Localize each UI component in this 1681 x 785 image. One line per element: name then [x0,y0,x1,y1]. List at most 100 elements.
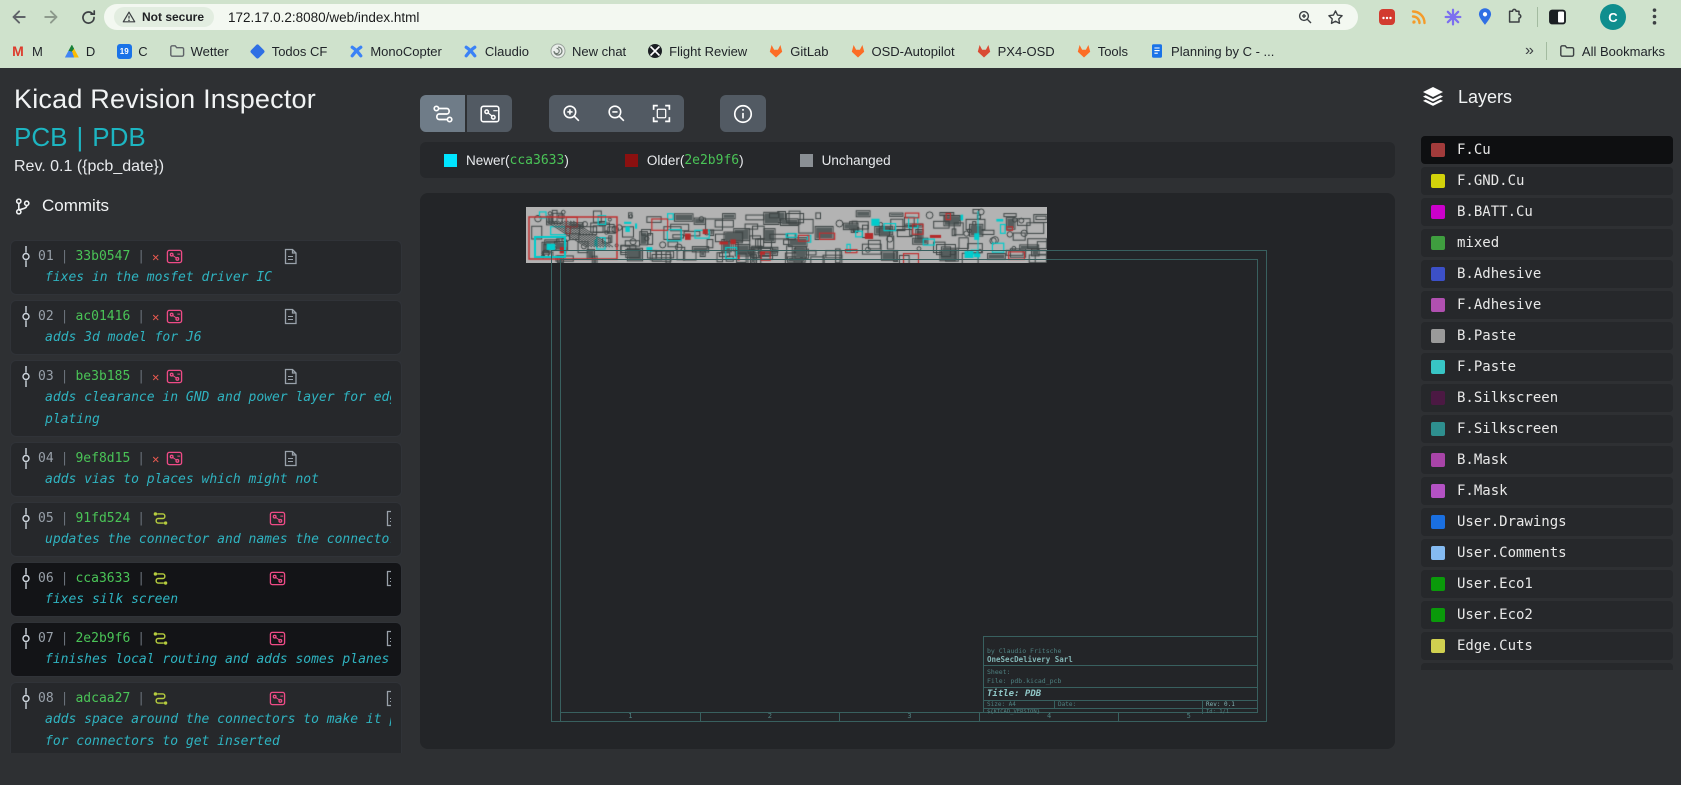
layer-row[interactable]: User.Eco2 [1421,601,1673,629]
layer-row[interactable]: B.Paste [1421,322,1673,350]
bookmark-item[interactable]: Tools [1076,43,1128,59]
bookmark-item[interactable]: 19 C [116,43,147,59]
document-icon[interactable] [385,628,391,649]
commit-hash[interactable]: 9ef8d15 [75,451,130,466]
view-mode-toggle [420,95,512,132]
bookmark-item[interactable]: Planning by C - ... [1149,43,1274,59]
layer-row[interactable]: F.Mask [1421,477,1673,505]
address-bar[interactable]: Not secure 172.17.0.2:8080/web/index.htm… [104,4,1358,30]
layer-row[interactable]: F.Silkscreen [1421,415,1673,443]
snowflake-extension-icon[interactable] [1444,8,1462,26]
document-icon[interactable] [385,568,391,589]
layer-row[interactable]: User.Eco1 [1421,570,1673,598]
browser-menu-icon[interactable] [1652,7,1657,26]
pcb-preview-icon[interactable] [166,448,276,469]
document-icon[interactable] [283,246,391,267]
layers-list[interactable]: F.Cu F.GND.Cu B.BATT.Cu mixed B.Adhesive… [1421,136,1673,670]
bookmark-item[interactable]: D [64,43,95,59]
bookmark-item[interactable]: GitLab [768,43,828,59]
side-panel-icon[interactable] [1548,8,1567,26]
bookmark-star-icon[interactable] [1327,9,1344,26]
commit-hash[interactable]: 2e2b9f6 [75,631,130,646]
url-text[interactable]: 172.17.0.2:8080/web/index.html [228,10,419,25]
commit-row[interactable]: 05 | 91fd524 | [10,502,402,557]
layer-row[interactable]: B.Silkscreen [1421,384,1673,412]
layer-row[interactable]: B.Adhesive [1421,260,1673,288]
pcb-preview-icon[interactable] [166,246,276,267]
commit-hash[interactable]: be3b185 [75,369,130,384]
extensions-puzzle-icon[interactable] [1506,8,1524,26]
layer-row[interactable]: Edge.Cuts [1421,632,1673,660]
commit-row[interactable]: 04 | 9ef8d15 | ✕ | 20 [10,442,402,497]
bookmark-item[interactable]: Flight Review [647,43,747,59]
pcb-preview-icon[interactable] [269,688,379,709]
pcb-preview-icon[interactable] [269,508,379,529]
reload-button[interactable] [76,5,100,29]
bookmark-item[interactable]: Todos CF [250,43,328,59]
document-icon[interactable] [385,508,391,529]
pcb-preview-icon[interactable] [269,628,379,649]
layer-row[interactable]: B.BATT.Cu [1421,198,1673,226]
document-icon[interactable] [283,448,391,469]
rss-extension-icon[interactable] [1410,8,1428,26]
profile-avatar[interactable]: C [1600,4,1626,30]
commit-hash[interactable]: ac01416 [75,309,130,324]
commit-row[interactable]: 06 | cca3633 | [10,562,402,617]
pcb-preview-icon[interactable] [166,366,276,387]
compare-diff-icon[interactable] [152,568,262,589]
fit-to-screen-button[interactable] [639,95,684,132]
layer-row[interactable]: User.Comments [1421,539,1673,567]
commit-hash[interactable]: adcaa27 [75,691,130,706]
commit-row[interactable]: 07 | 2e2b9f6 | [10,622,402,677]
not-secure-chip[interactable]: Not secure [114,7,214,27]
pcb-link[interactable]: PCB [14,122,67,153]
pcb-view-button[interactable] [467,95,512,132]
compare-diff-icon[interactable] [152,508,262,529]
info-button[interactable] [720,95,766,132]
layer-row[interactable]: mixed [1421,229,1673,257]
pcb-preview-icon[interactable] [269,568,379,589]
bookmark-item[interactable]: Wetter [169,43,229,59]
commit-row[interactable]: 01 | 33b0547 | ✕ | 20 [10,240,402,295]
layer-row[interactable]: F.Paste [1421,353,1673,381]
compare-diff-icon[interactable] [152,688,262,709]
bookmark-item[interactable]: MonoCopter [348,43,442,59]
layer-row[interactable]: B.Mask [1421,446,1673,474]
forward-button[interactable] [40,5,64,29]
bookmark-item[interactable]: New chat [550,43,626,59]
commit-hash[interactable]: cca3633 [75,571,130,586]
commit-message-line: adds clearance in GND and power layer fo… [45,390,391,409]
all-bookmarks-button[interactable]: All Bookmarks [1559,43,1665,59]
bookmark-item[interactable]: OSD-Autopilot [850,43,955,59]
layer-row[interactable]: F.Adhesive [1421,291,1673,319]
schematic-diff-view-button[interactable] [420,95,465,132]
commit-row[interactable]: 08 | adcaa27 | [10,682,402,753]
red-extension-icon[interactable] [1378,8,1396,26]
compare-diff-icon[interactable] [152,628,262,649]
zoom-page-icon[interactable] [1297,9,1313,25]
layer-row[interactable]: F.GND.Cu [1421,167,1673,195]
zoom-out-button[interactable] [594,95,639,132]
layer-row[interactable]: F.Cu [1421,136,1673,164]
commit-hash[interactable]: 33b0547 [75,249,130,264]
commit-hash[interactable]: 91fd524 [75,511,130,526]
layer-row[interactable]: Margin [1421,663,1673,670]
document-icon[interactable] [283,306,391,327]
pin-extension-icon[interactable] [1476,8,1494,26]
document-icon[interactable] [283,366,391,387]
layer-row[interactable]: User.Drawings [1421,508,1673,536]
commit-row[interactable]: 02 | ac01416 | ✕ | 20 [10,300,402,355]
zoom-in-button[interactable] [549,95,594,132]
commits-list[interactable]: 01 | 33b0547 | ✕ | 20 [10,240,402,753]
pcb-preview-icon[interactable] [166,306,276,327]
bookmark-item[interactable]: Claudio [463,43,529,59]
gitlab-icon [850,43,866,59]
bookmark-item[interactable]: PX4-OSD [976,43,1055,59]
document-icon[interactable] [385,688,391,709]
bookmarks-overflow-chevron[interactable]: » [1525,42,1534,60]
pcb-diff-canvas[interactable]: 12345 by Claudio Fritsche OneSecDelivery… [420,193,1395,749]
bookmark-item[interactable]: M M [10,43,43,59]
commit-row[interactable]: 03 | be3b185 | ✕ | 20 [10,360,402,437]
back-button[interactable] [6,5,30,29]
pdb-link[interactable]: PDB [92,122,145,153]
